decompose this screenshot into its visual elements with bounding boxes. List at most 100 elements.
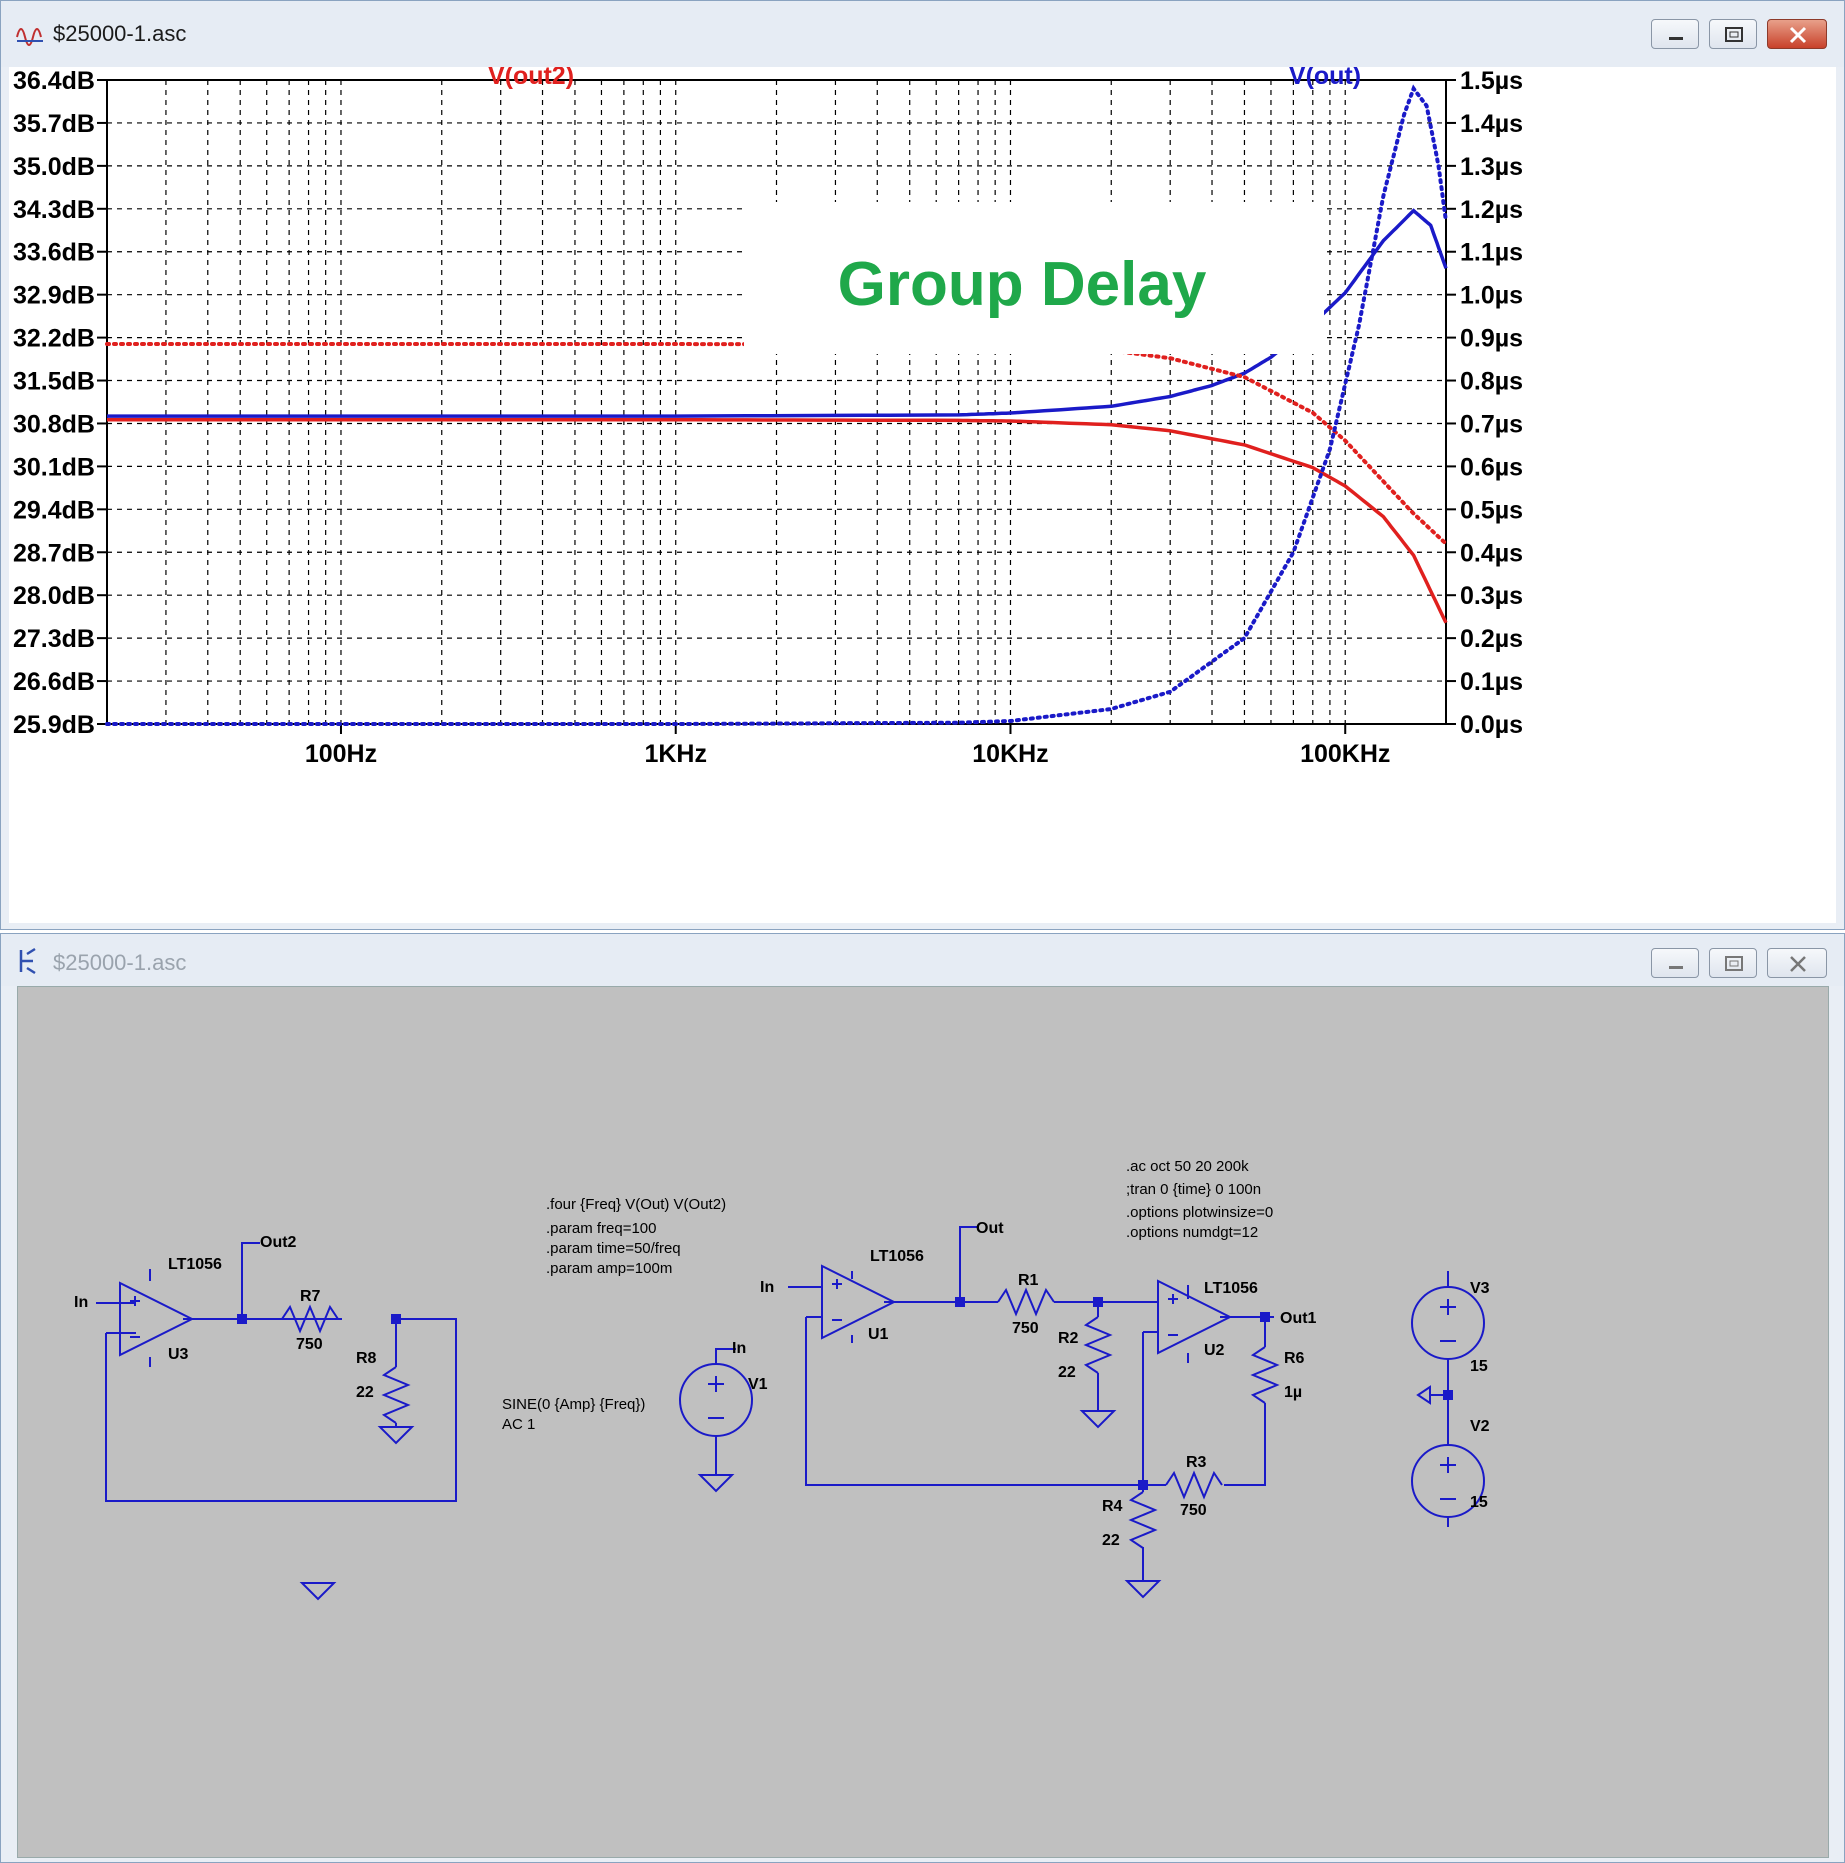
- value-label[interactable]: 750: [1012, 1320, 1039, 1337]
- right-tick-label: 0.5µs: [1460, 496, 1523, 524]
- minimize-icon: [1669, 37, 1683, 40]
- waveform-window[interactable]: $25000-1.asc 36.4dB 35.7dB 35.0dB 34.3dB 33.…: [0, 0, 1845, 930]
- ground-icon: [1081, 1410, 1115, 1428]
- left-tick-label: 28.0dB: [13, 582, 95, 610]
- schematic-window[interactable]: $25000-1.asc In Out2 LT1056 U3 R7 750 R8…: [0, 933, 1845, 1863]
- right-tick-label: 0.2µs: [1460, 625, 1523, 653]
- left-tick-label: 26.6dB: [13, 668, 95, 696]
- left-tick-label: 35.0dB: [13, 153, 95, 181]
- ref-label[interactable]: U2: [1204, 1342, 1225, 1359]
- right-tick-label: 1.2µs: [1460, 196, 1523, 224]
- plot-area[interactable]: 36.4dB 35.7dB 35.0dB 34.3dB 33.6dB 32.9dB 32.2…: [9, 62, 1836, 923]
- ref-label[interactable]: R7: [300, 1288, 321, 1305]
- net-label-in[interactable]: In: [732, 1340, 746, 1357]
- value-label[interactable]: 22: [1058, 1364, 1076, 1381]
- net-label-in[interactable]: In: [760, 1279, 774, 1296]
- voltage-source-v3[interactable]: [1411, 1286, 1485, 1360]
- ref-label[interactable]: U3: [168, 1346, 189, 1363]
- x-tick-label: 100Hz: [305, 740, 377, 768]
- ground-icon: [379, 1426, 413, 1444]
- resistor-r2[interactable]: [1085, 1316, 1111, 1374]
- spice-directive[interactable]: .param freq=100: [546, 1220, 657, 1237]
- close-icon: [1789, 26, 1807, 44]
- part-label[interactable]: LT1056: [168, 1256, 222, 1273]
- ref-label[interactable]: R8: [356, 1350, 377, 1367]
- value-label[interactable]: 750: [296, 1336, 323, 1353]
- trace-label-vout[interactable]: V(out): [1289, 62, 1361, 90]
- right-tick-label: 0.7µs: [1460, 410, 1523, 438]
- ref-label[interactable]: V2: [1470, 1418, 1490, 1435]
- net-label-out[interactable]: Out: [976, 1220, 1004, 1237]
- value-label[interactable]: 15: [1470, 1358, 1488, 1375]
- right-axis[interactable]: 1.5µs 1.4µs 1.3µs 1.2µs 1.1µs 1.0µs 0.9µs 0.8µs…: [1446, 67, 1523, 739]
- bode-plot[interactable]: 36.4dB 35.7dB 35.0dB 34.3dB 33.6dB 32.9dB 32.2…: [9, 62, 1836, 923]
- resistor-r1[interactable]: [997, 1289, 1055, 1315]
- left-axis[interactable]: 36.4dB 35.7dB 35.0dB 34.3dB 33.6dB 32.9dB 32.2…: [13, 67, 107, 739]
- net-label-in[interactable]: In: [74, 1294, 88, 1311]
- right-tick-label: 1.4µs: [1460, 110, 1523, 138]
- value-label[interactable]: 1µ: [1284, 1384, 1302, 1401]
- resistor-r8[interactable]: [383, 1366, 409, 1424]
- x-tick-label: 1KHz: [644, 740, 707, 768]
- schematic-titlebar[interactable]: $25000-1.asc: [1, 934, 1844, 986]
- spice-directive[interactable]: .options plotwinsize=0: [1126, 1204, 1273, 1221]
- resistor-r3[interactable]: [1165, 1472, 1223, 1498]
- net-label-out2[interactable]: Out2: [260, 1234, 297, 1251]
- spice-directive[interactable]: .param amp=100m: [546, 1260, 672, 1277]
- left-tick-label: 31.5dB: [13, 368, 95, 396]
- net-label-out1[interactable]: Out1: [1280, 1310, 1317, 1327]
- junction-dot: [391, 1314, 401, 1324]
- maximize-icon: [1725, 27, 1743, 42]
- trace-label-vout2[interactable]: V(out2): [488, 62, 574, 90]
- ref-label[interactable]: R6: [1284, 1350, 1305, 1367]
- resistor-r4[interactable]: [1130, 1491, 1156, 1549]
- right-tick-label: 1.5µs: [1460, 67, 1523, 95]
- left-tick-label: 33.6dB: [13, 239, 95, 267]
- source-spec[interactable]: SINE(0 {Amp} {Freq}): [502, 1396, 645, 1413]
- value-label[interactable]: 750: [1180, 1502, 1207, 1519]
- right-tick-label: 1.1µs: [1460, 239, 1523, 267]
- close-button[interactable]: [1767, 948, 1827, 978]
- minimize-button[interactable]: [1651, 948, 1699, 978]
- ref-label[interactable]: V3: [1470, 1280, 1490, 1297]
- left-tick-label: 36.4dB: [13, 67, 95, 95]
- junction-dot: [1260, 1312, 1270, 1322]
- right-tick-label: 0.1µs: [1460, 668, 1523, 696]
- minimize-button[interactable]: [1651, 19, 1699, 49]
- ref-label[interactable]: R4: [1102, 1498, 1123, 1515]
- junction-dot: [237, 1314, 247, 1324]
- part-label[interactable]: LT1056: [870, 1248, 924, 1265]
- x-tick-label: 100KHz: [1300, 740, 1390, 768]
- schematic-drawing[interactable]: In Out2 LT1056 U3 R7 750 R8 22 SINE(0 {A…: [18, 987, 1828, 1857]
- group-delay-annotation[interactable]: Group Delay: [838, 250, 1207, 319]
- source-spec[interactable]: AC 1: [502, 1416, 535, 1433]
- ref-label[interactable]: U1: [868, 1326, 889, 1343]
- maximize-button[interactable]: [1709, 948, 1757, 978]
- ref-label[interactable]: V1: [748, 1376, 768, 1393]
- ref-label[interactable]: R3: [1186, 1454, 1207, 1471]
- spice-directive[interactable]: .param time=50/freq: [546, 1240, 681, 1257]
- right-tick-label: 0.3µs: [1460, 582, 1523, 610]
- schematic-canvas[interactable]: In Out2 LT1056 U3 R7 750 R8 22 SINE(0 {A…: [17, 986, 1829, 1858]
- part-label[interactable]: LT1056: [1204, 1280, 1258, 1297]
- ref-label[interactable]: R1: [1018, 1272, 1039, 1289]
- opamp-u3[interactable]: [119, 1282, 193, 1356]
- value-label[interactable]: 15: [1470, 1494, 1488, 1511]
- voltage-source-v1[interactable]: [679, 1363, 753, 1437]
- x-axis[interactable]: 100Hz 1KHz 10KHz 100KHz: [305, 724, 1391, 768]
- spice-directive[interactable]: .options numdgt=12: [1126, 1224, 1258, 1241]
- minimize-icon: [1669, 966, 1683, 969]
- value-label[interactable]: 22: [1102, 1532, 1120, 1549]
- waveform-titlebar[interactable]: $25000-1.asc: [1, 1, 1844, 67]
- close-icon: [1790, 956, 1806, 972]
- value-label[interactable]: 22: [356, 1384, 374, 1401]
- spice-directive[interactable]: ;tran 0 {time} 0 100n: [1126, 1181, 1261, 1198]
- resistor-r6[interactable]: [1252, 1346, 1278, 1404]
- spice-directive[interactable]: .ac oct 50 20 200k: [1126, 1158, 1249, 1175]
- close-button[interactable]: [1767, 19, 1827, 49]
- spice-directive[interactable]: .four {Freq} V(Out) V(Out2): [546, 1196, 726, 1213]
- maximize-button[interactable]: [1709, 19, 1757, 49]
- left-tick-label: 28.7dB: [13, 539, 95, 567]
- left-tick-label: 30.1dB: [13, 453, 95, 481]
- ref-label[interactable]: R2: [1058, 1330, 1079, 1347]
